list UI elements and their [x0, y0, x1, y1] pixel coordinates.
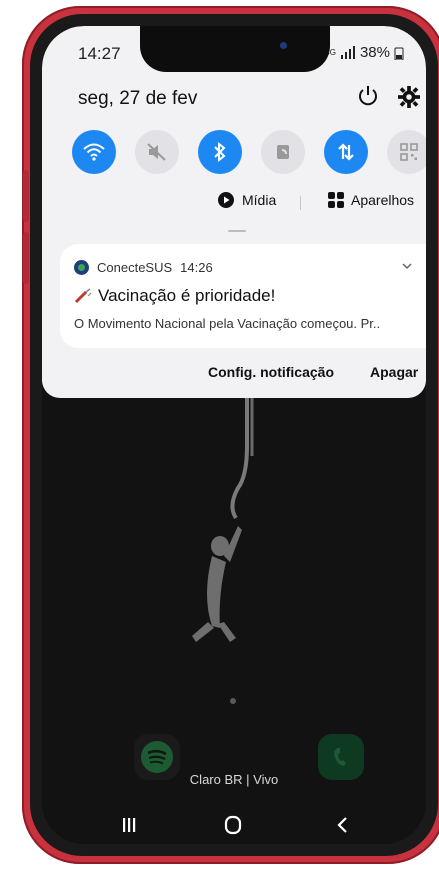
- page-indicator: [230, 698, 236, 704]
- media-button[interactable]: Mídia: [218, 192, 276, 208]
- rotate-toggle[interactable]: [261, 130, 305, 174]
- side-button: [23, 170, 29, 222]
- bluetooth-toggle[interactable]: [198, 130, 242, 174]
- battery-icon: [394, 47, 404, 60]
- bluetooth-icon: [214, 141, 226, 163]
- syringe-icon: [74, 288, 92, 304]
- notification-settings-button[interactable]: Config. notificação: [208, 364, 334, 380]
- side-button: [23, 232, 29, 284]
- panel-drag-handle[interactable]: [228, 230, 246, 232]
- devices-button[interactable]: Aparelhos: [328, 192, 414, 208]
- power-icon[interactable]: [356, 84, 380, 108]
- conectesus-app-icon: [74, 260, 89, 275]
- phone-screen: 14:27 4G 38% seg, 27 de fev Mídia Aparel…: [42, 26, 426, 844]
- recents-icon: [123, 818, 136, 832]
- media-label: Mídia: [242, 192, 277, 208]
- home-icon: [224, 815, 242, 835]
- status-indicators: 4G 38%: [325, 44, 404, 61]
- notification-title-row: Vacinação é prioridade!: [74, 286, 275, 306]
- clear-button[interactable]: Apagar: [370, 364, 418, 380]
- notification-body: O Movimento Nacional pela Vacinação come…: [74, 316, 381, 331]
- notification-time: 14:26: [180, 260, 213, 275]
- notification-card[interactable]: ConecteSUS 14:26 Vacinação é prioridade!…: [60, 244, 426, 348]
- auto-rotate-icon: [277, 145, 289, 159]
- battery-percent: 38%: [359, 44, 390, 61]
- media-devices-row: Mídia Aparelhos: [42, 192, 426, 216]
- notification-title: Vacinação é prioridade!: [98, 286, 276, 305]
- recent-apps-button[interactable]: [114, 810, 144, 840]
- notification-actions: Config. notificação Apagar: [42, 360, 426, 384]
- quick-toggles: [72, 130, 426, 174]
- chevron-down-icon[interactable]: [402, 262, 412, 270]
- navigation-bar: [42, 806, 426, 842]
- back-icon: [337, 817, 347, 833]
- carrier-label: Claro BR | Vivo: [189, 772, 279, 787]
- quick-panel: 14:27 4G 38% seg, 27 de fev Mídia Aparel…: [42, 26, 426, 398]
- mobile-data-toggle[interactable]: [324, 130, 368, 174]
- signal-icon: [340, 45, 355, 59]
- wifi-toggle[interactable]: [72, 130, 116, 174]
- data-arrows-icon: [338, 143, 354, 161]
- gear-icon[interactable]: [398, 86, 420, 108]
- sound-toggle[interactable]: [135, 130, 179, 174]
- front-camera: [280, 42, 287, 49]
- divider: [300, 196, 301, 210]
- qr-scanner-toggle[interactable]: [387, 130, 426, 174]
- clock: 14:27: [78, 44, 121, 63]
- back-button[interactable]: [328, 810, 358, 840]
- home-button[interactable]: [218, 810, 248, 840]
- phone-handset-icon: [334, 748, 346, 766]
- play-icon: [218, 192, 234, 208]
- wifi-icon: [83, 143, 105, 161]
- date-label: seg, 27 de fev: [78, 88, 198, 109]
- notification-header: ConecteSUS 14:26: [74, 260, 213, 275]
- mute-icon: [147, 143, 166, 161]
- camera-notch: [140, 26, 330, 72]
- devices-icon: [328, 192, 344, 208]
- qr-code-icon: [400, 143, 418, 161]
- devices-label: Aparelhos: [351, 192, 415, 208]
- spotify-icon: [141, 741, 173, 773]
- notification-app-name: ConecteSUS: [97, 260, 173, 275]
